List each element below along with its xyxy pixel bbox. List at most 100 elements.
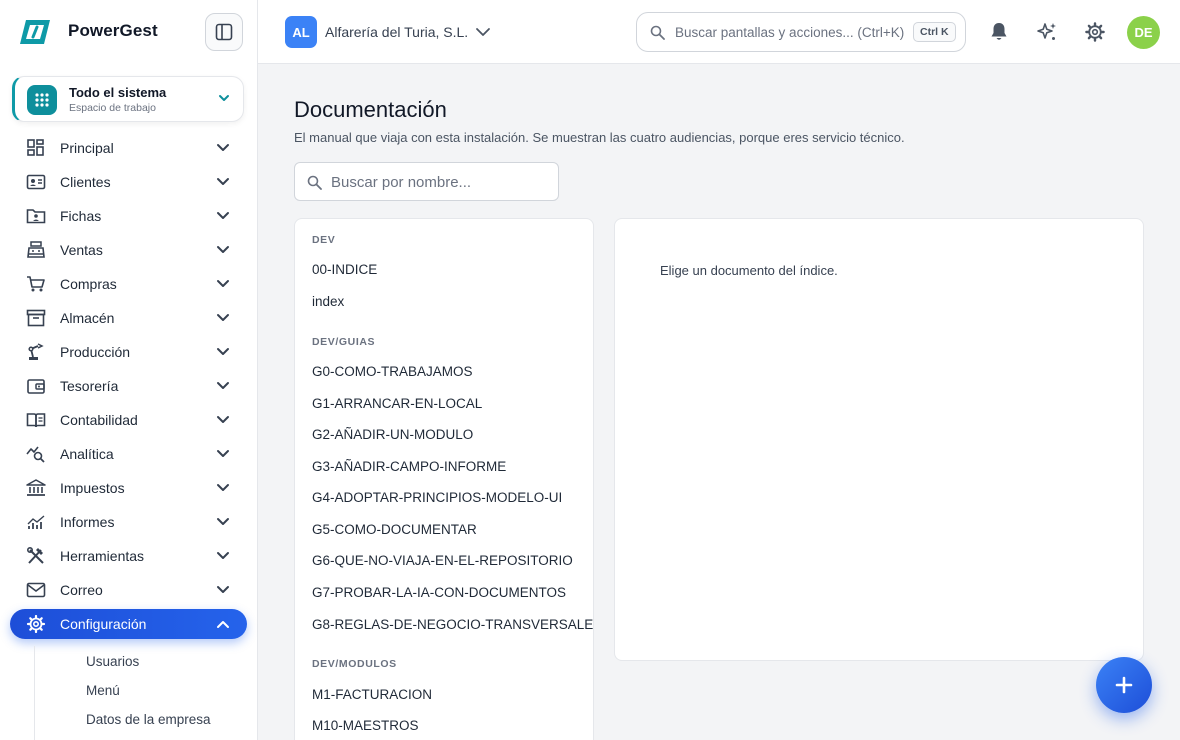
chevron-down-icon <box>217 416 229 423</box>
nav-item-configuracion[interactable]: Configuración <box>0 607 258 641</box>
grid-icon <box>27 85 57 115</box>
nav-label: Analítica <box>60 446 114 462</box>
index-item[interactable]: 00-INDICE <box>312 262 377 277</box>
index-item[interactable]: G1-ARRANCAR-EN-LOCAL <box>312 396 482 411</box>
config-submenu: Usuarios Menú Datos de la empresa <box>0 646 258 733</box>
settings-button[interactable] <box>1083 20 1107 44</box>
nav-item-clientes[interactable]: Clientes <box>0 165 258 199</box>
nav-label: Correo <box>60 582 103 598</box>
chevron-down-icon <box>217 212 229 219</box>
index-item[interactable]: G0-COMO-TRABAJAMOS <box>312 364 473 379</box>
collapse-sidebar-button[interactable] <box>205 13 243 51</box>
nav-item-contabilidad[interactable]: Contabilidad <box>0 403 258 437</box>
nav-item-informes[interactable]: Informes <box>0 505 258 539</box>
nav-item-ventas[interactable]: Ventas <box>0 233 258 267</box>
nav-label: Configuración <box>60 616 147 632</box>
nav-label: Producción <box>60 344 131 360</box>
chevron-down-icon <box>217 348 229 355</box>
index-item[interactable]: G6-QUE-NO-VIAJA-EN-EL-REPOSITORIO <box>312 553 573 568</box>
empty-state-message: Elige un documento del índice. <box>660 263 838 278</box>
index-item[interactable]: G4-ADOPTAR-PRINCIPIOS-MODELO-UI <box>312 490 562 505</box>
gear-icon <box>1085 22 1105 42</box>
bell-icon <box>991 23 1007 40</box>
nav-label: Almacén <box>60 310 115 326</box>
index-item[interactable]: G8-REGLAS-DE-NEGOCIO-TRANSVERSALES <box>312 617 593 632</box>
index-group-heading: DEV <box>312 234 336 246</box>
chevron-down-icon <box>219 95 229 101</box>
brand: PowerGest <box>0 0 258 64</box>
doc-content-panel: Elige un documento del índice. <box>614 218 1144 661</box>
chevron-down-icon <box>217 280 229 287</box>
dashboard-icon <box>27 139 44 156</box>
chart-search-icon <box>26 446 45 463</box>
index-item[interactable]: index <box>312 294 344 309</box>
user-avatar[interactable]: DE <box>1127 16 1160 49</box>
doc-search-input[interactable] <box>331 171 546 193</box>
sidebar: PowerGest Todo el sistema Espacio de tra… <box>0 0 258 740</box>
nav-item-produccion[interactable]: Producción <box>0 335 258 369</box>
wallet-icon <box>27 379 45 394</box>
brand-name: PowerGest <box>68 21 158 40</box>
chevron-down-icon <box>217 552 229 559</box>
submenu-label: Menú <box>86 683 120 698</box>
contact-card-icon <box>26 174 46 190</box>
robot-arm-icon <box>28 343 44 360</box>
bar-chart-icon <box>27 515 45 529</box>
index-item[interactable]: M10-MAESTROS <box>312 718 419 733</box>
nav-item-almacen[interactable]: Almacén <box>0 301 258 335</box>
index-item[interactable]: G3-AÑADIR-CAMPO-INFORME <box>312 459 506 474</box>
ai-assistant-button[interactable] <box>1035 20 1059 44</box>
chevron-down-icon <box>217 178 229 185</box>
chevron-down-icon <box>217 586 229 593</box>
index-item[interactable]: G5-COMO-DOCUMENTAR <box>312 522 477 537</box>
nav-item-principal[interactable]: Principal <box>0 131 258 165</box>
sparkles-icon <box>1037 23 1056 40</box>
nav-label: Contabilidad <box>60 412 138 428</box>
search-icon <box>307 175 322 190</box>
workspace-subtitle: Espacio de trabajo <box>69 102 156 114</box>
chevron-up-icon <box>217 621 229 628</box>
submenu-item-usuarios[interactable]: Usuarios <box>0 646 258 675</box>
nav-label: Ventas <box>60 242 103 258</box>
notifications-button[interactable] <box>987 20 1011 44</box>
chevron-down-icon[interactable] <box>475 25 491 39</box>
nav-item-tesoreria[interactable]: Tesorería <box>0 369 258 403</box>
workspace-selector[interactable]: Todo el sistema Espacio de trabajo <box>12 76 244 122</box>
nav-item-correo[interactable]: Correo <box>0 573 258 607</box>
search-shortcut-badge: Ctrl K <box>913 22 956 42</box>
nav-label: Herramientas <box>60 548 145 564</box>
book-open-icon <box>26 413 46 428</box>
submenu-item-datos-empresa[interactable]: Datos de la empresa <box>0 704 258 733</box>
plus-icon <box>1115 676 1133 694</box>
doc-search-field[interactable] <box>294 162 559 201</box>
folder-user-icon <box>26 209 46 224</box>
index-item[interactable]: G7-PROBAR-LA-IA-CON-DOCUMENTOS <box>312 585 566 600</box>
index-item[interactable]: M1-FACTURACION <box>312 687 432 702</box>
nav-label: Compras <box>60 276 117 292</box>
nav-item-fichas[interactable]: Fichas <box>0 199 258 233</box>
sidebar-toggle-icon <box>215 23 233 41</box>
nav-item-herramientas[interactable]: Herramientas <box>0 539 258 573</box>
nav-label: Informes <box>60 514 115 530</box>
cash-register-icon <box>27 241 45 258</box>
nav-label: Tesorería <box>60 378 119 394</box>
chevron-down-icon <box>217 450 229 457</box>
page-title: Documentación <box>294 97 447 122</box>
nav-item-compras[interactable]: Compras <box>0 267 258 301</box>
company-name[interactable]: Alfarería del Turia, S.L. <box>325 24 468 40</box>
chevron-down-icon <box>217 484 229 491</box>
global-search-placeholder: Buscar pantallas y acciones... (Ctrl+K) <box>675 25 905 40</box>
tools-icon <box>27 547 44 564</box>
index-item[interactable]: G2-AÑADIR-UN-MODULO <box>312 427 473 442</box>
mail-icon <box>26 582 46 598</box>
global-search[interactable]: Buscar pantallas y acciones... (Ctrl+K) … <box>636 12 966 52</box>
index-group-heading: DEV/MODULOS <box>312 658 397 670</box>
archive-box-icon <box>26 309 46 327</box>
nav-item-analitica[interactable]: Analítica <box>0 437 258 471</box>
doc-index-panel: DEV 00-INDICE index DEV/GUIAS G0-COMO-TR… <box>294 218 594 740</box>
submenu-item-menu[interactable]: Menú <box>0 675 258 704</box>
company-avatar[interactable]: AL <box>285 16 317 48</box>
nav-label: Clientes <box>60 174 111 190</box>
add-button[interactable] <box>1096 657 1152 713</box>
nav-item-impuestos[interactable]: Impuestos <box>0 471 258 505</box>
